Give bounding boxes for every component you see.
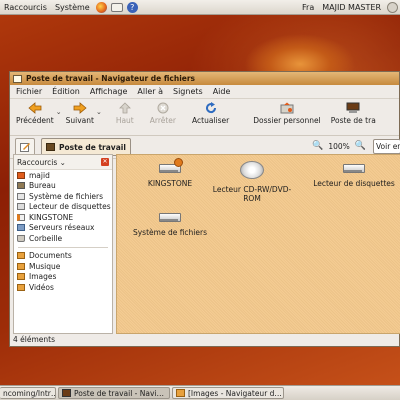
- trash-icon: [17, 234, 25, 242]
- home-button[interactable]: Dossier personnel: [253, 102, 321, 125]
- status-bar: 4 éléments: [13, 335, 55, 344]
- keyboard-layout[interactable]: Fra: [298, 3, 318, 12]
- menu-signets[interactable]: Signets: [173, 87, 203, 96]
- folder-task-icon: [176, 389, 185, 397]
- floppy-icon: [17, 203, 25, 211]
- back-arrow-icon: [28, 102, 42, 114]
- sidebar-item-corbeille[interactable]: Corbeille: [14, 233, 112, 244]
- sidebar-item-systeme-fichiers[interactable]: Système de fichiers: [14, 191, 112, 202]
- file-item-disquettes[interactable]: Lecteur de disquettes: [313, 161, 395, 188]
- sidebar-item-disquettes[interactable]: Lecteur de disquettes: [14, 202, 112, 213]
- toolbar: Précédent ⌄ Suivant ⌄ Haut Arrêter Actua…: [10, 99, 399, 136]
- zoom-in-icon[interactable]: 🔍: [355, 141, 366, 151]
- folder-icon: [17, 262, 25, 270]
- top-panel: Raccourcis Système ? Fra MAJID MASTER: [0, 0, 400, 15]
- forward-history-dropdown[interactable]: ⌄: [96, 108, 102, 116]
- computer-window-icon: [13, 74, 22, 83]
- sidebar-item-kingstone[interactable]: KINGSTONE: [14, 212, 112, 223]
- task-incoming[interactable]: ncoming/Intr…: [0, 387, 56, 399]
- file-browser-window: Poste de travail - Navigateur de fichier…: [9, 71, 400, 347]
- folder-icon: [17, 283, 25, 291]
- menu-affichage[interactable]: Affichage: [90, 87, 128, 96]
- sidebar-separator: [18, 246, 108, 248]
- bottom-panel: ncoming/Intr… Poste de travail - Navi… […: [0, 385, 400, 400]
- computer-task-icon: [62, 389, 71, 397]
- forward-arrow-icon: [73, 102, 87, 114]
- window-title: Poste de travail - Navigateur de fichier…: [26, 74, 196, 83]
- stop-button[interactable]: Arrêter: [150, 102, 176, 125]
- sidebar-item-musique[interactable]: Musique: [14, 261, 112, 272]
- file-item-systeme-fichiers[interactable]: Système de fichiers: [129, 210, 211, 237]
- folder-icon: [17, 252, 25, 260]
- zoom-control: 🔍 100% 🔍: [307, 141, 371, 151]
- zoom-level[interactable]: 100%: [328, 142, 349, 151]
- sidebar-type-select[interactable]: Raccourcis ⌄: [17, 158, 66, 167]
- help-icon[interactable]: ?: [126, 1, 138, 13]
- menu-aller[interactable]: Aller à: [137, 87, 163, 96]
- harddisk-icon: [159, 210, 181, 222]
- cdrom-icon: [240, 161, 264, 181]
- menu-raccourcis[interactable]: Raccourcis: [0, 3, 51, 12]
- sidebar-item-images[interactable]: Images: [14, 272, 112, 283]
- menubar: Fichier Édition Affichage Aller à Signet…: [10, 85, 399, 99]
- up-button[interactable]: Haut: [116, 102, 134, 125]
- view-as-select[interactable]: Voir en: [373, 139, 400, 154]
- computer-path-icon: [46, 143, 55, 151]
- close-sidebar-icon[interactable]: ✕: [101, 158, 109, 166]
- forward-button[interactable]: Suivant: [66, 102, 94, 125]
- menu-systeme[interactable]: Système: [51, 3, 94, 12]
- harddisk-icon: [17, 192, 25, 200]
- menu-edition[interactable]: Édition: [52, 87, 80, 96]
- menu-fichier[interactable]: Fichier: [16, 87, 42, 96]
- home-icon: [17, 171, 25, 179]
- sidebar-item-majid[interactable]: majid: [14, 170, 112, 181]
- file-item-kingstone[interactable]: KINGSTONE: [129, 158, 211, 188]
- power-icon[interactable]: [387, 1, 398, 13]
- mail-icon[interactable]: [110, 2, 123, 12]
- desktop-icon: [17, 182, 25, 190]
- user-name[interactable]: MAJID MASTER: [318, 3, 385, 12]
- back-button[interactable]: Précédent: [16, 102, 54, 125]
- computer-icon: [346, 102, 360, 113]
- sidebar-item-bureau[interactable]: Bureau: [14, 181, 112, 192]
- firefox-icon[interactable]: [95, 1, 107, 13]
- task-images[interactable]: [Images - Navigateur d…: [172, 387, 284, 399]
- edit-location-icon: [19, 143, 30, 152]
- task-poste-de-travail[interactable]: Poste de travail - Navi…: [58, 387, 170, 399]
- folder-icon: [17, 273, 25, 281]
- sidebar: Raccourcis ⌄ ✕ majid Bureau Système de f…: [13, 154, 113, 334]
- sidebar-header: Raccourcis ⌄ ✕: [14, 155, 112, 170]
- up-arrow-icon: [118, 102, 131, 114]
- floppy-drive-icon: [343, 161, 365, 173]
- file-item-cdrom[interactable]: Lecteur CD-RW/DVD-ROM: [211, 161, 293, 203]
- home-folder-icon: [280, 102, 294, 114]
- zoom-out-icon[interactable]: 🔍: [312, 141, 323, 151]
- sidebar-item-serveurs-reseaux[interactable]: Serveurs réseaux: [14, 223, 112, 234]
- window-titlebar[interactable]: Poste de travail - Navigateur de fichier…: [10, 72, 399, 85]
- usb-icon: [17, 213, 25, 221]
- usb-drive-icon: [159, 158, 183, 173]
- computer-button[interactable]: Poste de tra: [331, 102, 376, 125]
- reload-icon: [205, 102, 216, 114]
- network-icon: [17, 224, 25, 232]
- reload-button[interactable]: Actualiser: [192, 102, 229, 125]
- back-history-dropdown[interactable]: ⌄: [56, 108, 62, 116]
- sidebar-item-videos[interactable]: Vidéos: [14, 282, 112, 293]
- menu-aide[interactable]: Aide: [213, 87, 231, 96]
- file-view: KINGSTONE Lecteur CD-RW/DVD-ROM Lecteur …: [116, 154, 400, 334]
- stop-icon: [157, 102, 169, 114]
- sidebar-item-documents[interactable]: Documents: [14, 251, 112, 262]
